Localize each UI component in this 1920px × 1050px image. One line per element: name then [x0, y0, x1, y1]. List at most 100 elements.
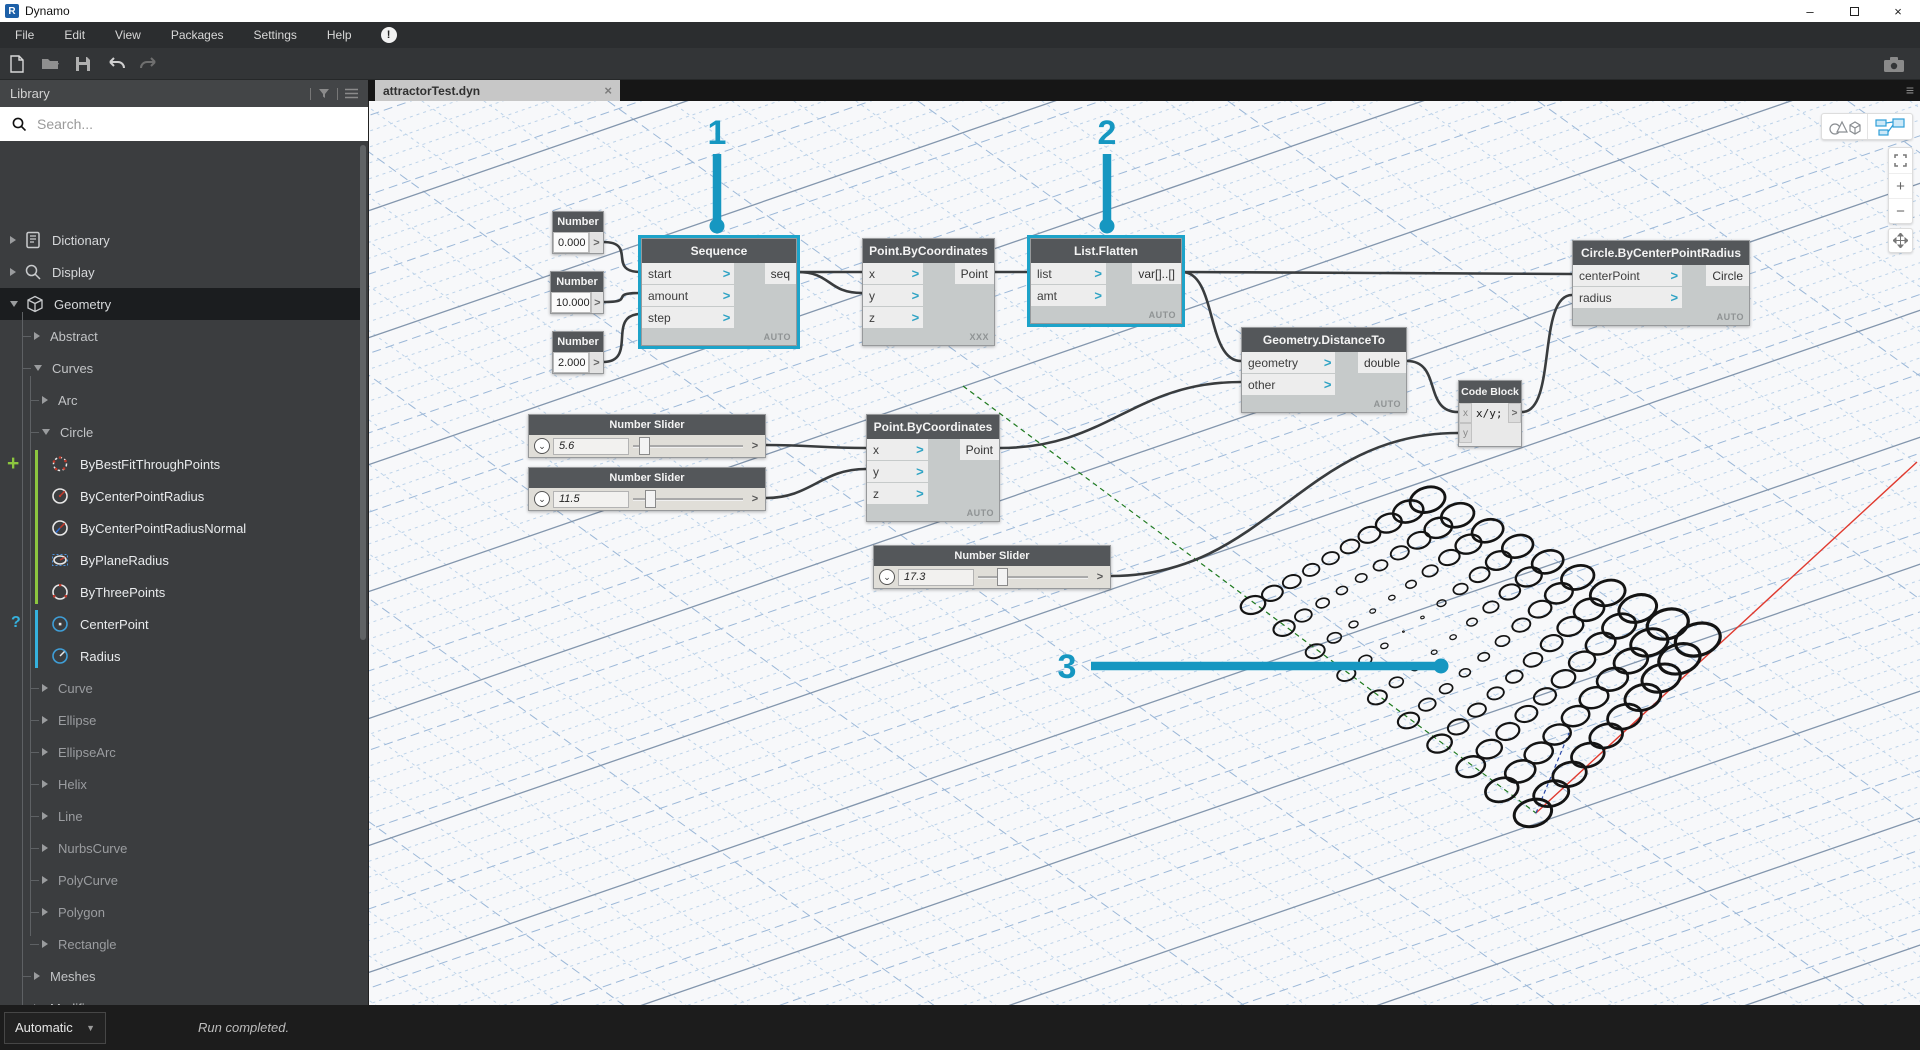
sidebar-item-ellipse[interactable]: Ellipse [0, 704, 360, 736]
sidebar-item-radius[interactable]: Radius [0, 640, 360, 672]
search-input[interactable] [35, 115, 315, 133]
sidebar-item-curves[interactable]: Curves [0, 352, 360, 384]
sidebar-item-nurbscurve[interactable]: NurbsCurve [0, 832, 360, 864]
lacing-indicator[interactable]: AUTO [867, 505, 999, 521]
sidebar-item-display[interactable]: Display [0, 256, 360, 288]
slider-expand-button[interactable]: ⌄ [534, 438, 550, 454]
sidebar-item-dictionary[interactable]: Dictionary [0, 224, 360, 256]
input-port-y[interactable]: y [1459, 423, 1472, 443]
fit-view-button[interactable] [1889, 148, 1912, 173]
open-file-icon[interactable] [33, 48, 66, 79]
sidebar-item-centerpoint[interactable]: CenterPoint [0, 608, 360, 640]
output-port[interactable]: > [747, 493, 763, 505]
input-port-x[interactable]: x [1459, 403, 1472, 423]
sidebar-item-line[interactable]: Line [0, 800, 360, 832]
node-point-bycoordinates[interactable]: Point.ByCoordinates x > y > z > Point AUTO [866, 414, 1000, 522]
sidebar-item-circle[interactable]: Circle [0, 416, 360, 448]
pan-button[interactable] [1888, 228, 1913, 253]
input-port-z[interactable]: z > [863, 307, 924, 328]
input-port-start[interactable]: start > [642, 263, 735, 284]
input-port-step[interactable]: step > [642, 307, 735, 328]
number-value-field[interactable]: 2.000 [553, 352, 589, 373]
sidebar-item-helix[interactable]: Helix [0, 768, 360, 800]
restore-button[interactable] [1832, 0, 1876, 22]
sidebar-item-geometry[interactable]: Geometry [0, 288, 360, 320]
lacing-indicator[interactable]: AUTO [1573, 309, 1749, 325]
input-port-amount[interactable]: amount > [642, 285, 735, 306]
graph-canvas[interactable]: Number 0.000 > Number 10.000 > Number 2.000 > Seq… [368, 101, 1920, 1005]
number-value-field[interactable]: 10.000 [551, 292, 591, 313]
node-circle-bycenterpointradius[interactable]: Circle.ByCenterPointRadius centerPoint > ra… [1572, 240, 1750, 326]
node-number-slider[interactable]: Number Slider ⌄ 17.3 > [873, 545, 1111, 589]
menu-item-help[interactable]: Help [312, 22, 367, 48]
sidebar-item-ellipsearc[interactable]: EllipseArc [0, 736, 360, 768]
output-port[interactable]: > [590, 292, 603, 313]
node-number-slider[interactable]: Number Slider ⌄ 11.5 > [528, 467, 766, 511]
output-port-point[interactable]: Point [954, 263, 994, 284]
sidebar-item-byplaneradius[interactable]: ByPlaneRadius [0, 544, 360, 576]
sidebar-item-arc[interactable]: Arc [0, 384, 360, 416]
close-button[interactable]: × [1876, 0, 1920, 22]
node-number[interactable]: Number 2.000 > [552, 331, 604, 374]
output-port[interactable]: > [1092, 571, 1108, 583]
output-port-point[interactable]: Point [959, 439, 999, 460]
input-port-centerpoint[interactable]: centerPoint > [1573, 265, 1683, 286]
chevron-right-icon[interactable] [34, 332, 40, 340]
output-port-double[interactable]: double [1357, 352, 1406, 373]
input-port-y[interactable]: y > [867, 461, 928, 482]
output-port-circle[interactable]: Circle [1706, 265, 1749, 286]
output-port[interactable]: > [589, 232, 603, 253]
sidebar-item-meshes[interactable]: Meshes [0, 960, 360, 992]
sidebar-item-polycurve[interactable]: PolyCurve [0, 864, 360, 896]
chevron-right-icon[interactable] [42, 684, 48, 692]
geometry-view-button[interactable] [1822, 114, 1867, 139]
output-port-var[interactable]: var[]..[] [1132, 263, 1181, 284]
sidebar-item-bythreepoints[interactable]: ByThreePoints [0, 576, 360, 608]
alert-icon[interactable]: ! [380, 27, 397, 43]
node-point-bycoordinates[interactable]: Point.ByCoordinates x > y > z > Point XXX [862, 238, 995, 346]
slider-value-field[interactable]: 17.3 [898, 568, 974, 586]
input-port-x[interactable]: x > [863, 263, 924, 284]
sidebar-item-abstract[interactable]: Abstract [0, 320, 360, 352]
slider-handle[interactable] [638, 437, 650, 455]
node-code-block[interactable]: Code Block x x/y; > y [1458, 380, 1522, 447]
chevron-right-icon[interactable] [10, 268, 16, 276]
chevron-down-icon[interactable] [42, 429, 50, 435]
input-port-geometry[interactable]: geometry > [1242, 352, 1336, 373]
minimize-button[interactable]: – [1788, 0, 1832, 22]
chevron-right-icon[interactable] [10, 236, 16, 244]
lacing-indicator[interactable]: AUTO [642, 329, 796, 345]
output-port-seq[interactable]: seq [764, 263, 796, 284]
camera-icon[interactable] [1877, 56, 1910, 72]
slider-expand-button[interactable]: ⌄ [534, 491, 550, 507]
filter-icon[interactable] [318, 88, 330, 99]
menu-item-file[interactable]: File [0, 22, 49, 48]
menu-item-settings[interactable]: Settings [239, 22, 312, 48]
chevron-right-icon[interactable] [42, 780, 48, 788]
node-list-flatten[interactable]: List.Flatten list > amt > var[]..[] AUTO [1030, 238, 1182, 324]
slider-track[interactable] [633, 435, 743, 457]
node-sequence[interactable]: Sequence start > amount > step > seq AUTO [641, 238, 797, 346]
menu-item-edit[interactable]: Edit [49, 22, 100, 48]
node-number-slider[interactable]: Number Slider ⌄ 5.6 > [528, 414, 766, 458]
chevron-right-icon[interactable] [42, 716, 48, 724]
input-port-z[interactable]: z > [867, 483, 928, 504]
input-port-list[interactable]: list > [1031, 263, 1106, 284]
chevron-right-icon[interactable] [42, 844, 48, 852]
save-icon[interactable] [66, 48, 99, 79]
new-file-icon[interactable] [0, 48, 33, 79]
zoom-in-button[interactable]: + [1889, 173, 1912, 198]
chevron-right-icon[interactable] [42, 748, 48, 756]
chevron-down-icon[interactable] [10, 301, 18, 307]
number-value-field[interactable]: 0.000 [553, 232, 589, 253]
output-port[interactable]: > [747, 440, 763, 452]
output-port[interactable]: > [1508, 403, 1521, 423]
tab-attractortest[interactable]: attractorTest.dyn × [375, 80, 620, 101]
input-port-radius[interactable]: radius > [1573, 287, 1683, 308]
chevron-down-icon[interactable] [34, 365, 42, 371]
slider-value-field[interactable]: 11.5 [553, 490, 629, 508]
add-to-canvas-icon[interactable]: + [7, 452, 19, 476]
input-port-other[interactable]: other > [1242, 374, 1336, 395]
chevron-right-icon[interactable] [42, 396, 48, 404]
run-mode-dropdown[interactable]: Automatic ▼ [4, 1011, 106, 1044]
